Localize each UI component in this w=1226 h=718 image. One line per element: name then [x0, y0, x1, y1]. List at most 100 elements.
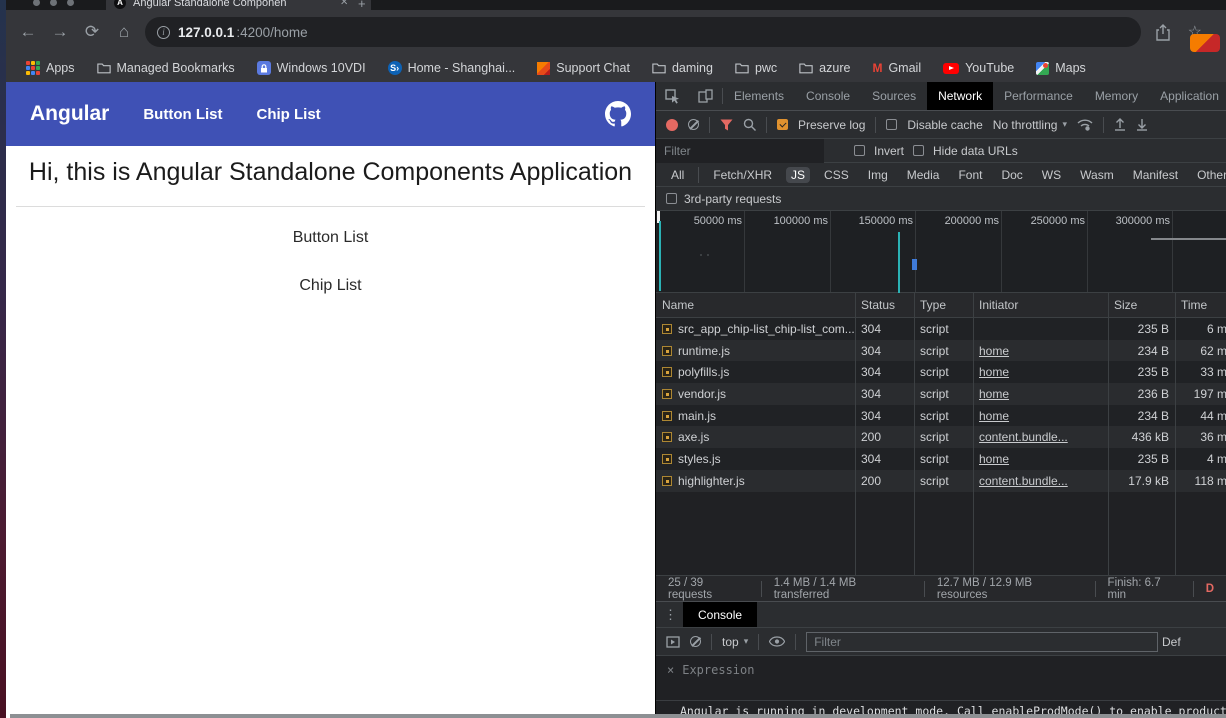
- traffic-light-minimize[interactable]: [50, 0, 57, 6]
- type-filter-doc[interactable]: Doc: [996, 167, 1027, 183]
- bookmark-gmail[interactable]: M Gmail: [872, 61, 921, 75]
- type-filter-font[interactable]: Font: [953, 167, 987, 183]
- column-divider[interactable]: [973, 293, 974, 575]
- bookmark-apps[interactable]: Apps: [26, 61, 75, 75]
- search-icon[interactable]: [743, 118, 756, 131]
- clear-console-icon[interactable]: [690, 636, 701, 647]
- site-info-icon[interactable]: i: [157, 26, 170, 39]
- initiator-link[interactable]: content.bundle...: [979, 474, 1068, 488]
- table-row[interactable]: axe.js 200 script content.bundle... 436 …: [656, 426, 1226, 448]
- type-filter-ws[interactable]: WS: [1037, 167, 1066, 183]
- tab-network[interactable]: Network: [927, 82, 993, 110]
- hide-data-urls-checkbox[interactable]: [913, 145, 924, 156]
- remove-expression-icon[interactable]: ×: [667, 663, 674, 677]
- drawer-menu-icon[interactable]: ⋮: [664, 607, 677, 623]
- import-har-icon[interactable]: [1114, 118, 1126, 131]
- log-levels-dropdown[interactable]: Def: [1162, 635, 1181, 649]
- context-dropdown[interactable]: top ▾: [722, 635, 748, 649]
- back-icon[interactable]: ←: [12, 22, 44, 42]
- record-network-log-button[interactable]: [666, 119, 678, 131]
- drawer-tab-console[interactable]: Console: [683, 602, 757, 627]
- share-icon[interactable]: [1156, 24, 1170, 41]
- network-conditions-icon[interactable]: [1077, 118, 1093, 131]
- column-divider[interactable]: [855, 293, 856, 575]
- traffic-light-close[interactable]: [33, 0, 40, 6]
- bookmark-managed-bookmarks[interactable]: Managed Bookmarks: [97, 61, 235, 75]
- column-header-initiator[interactable]: Initiator: [973, 293, 1108, 317]
- tab-sources[interactable]: Sources: [861, 82, 927, 110]
- throttling-dropdown[interactable]: No throttling ▾: [993, 118, 1067, 132]
- bookmark-maps[interactable]: Maps: [1036, 61, 1086, 75]
- initiator-link[interactable]: home: [979, 365, 1009, 379]
- bookmark-youtube[interactable]: YouTube: [943, 61, 1014, 75]
- traffic-light-zoom[interactable]: [67, 0, 74, 6]
- tab-console[interactable]: Console: [795, 82, 861, 110]
- invert-checkbox[interactable]: [854, 145, 865, 156]
- column-header-type[interactable]: Type: [914, 293, 973, 317]
- table-row[interactable]: highlighter.js 200 script content.bundle…: [656, 470, 1226, 492]
- live-expression-row[interactable]: × Expression: [656, 656, 1226, 684]
- type-filter-other[interactable]: Other: [1192, 167, 1226, 183]
- nav-chip-list[interactable]: Chip List: [257, 106, 321, 123]
- table-row[interactable]: runtime.js 304 script home 234 B 62 m: [656, 340, 1226, 362]
- preserve-log-checkbox[interactable]: [777, 119, 788, 130]
- tab-application[interactable]: Application: [1149, 82, 1226, 110]
- bookmark-daming[interactable]: daming: [652, 61, 713, 75]
- table-row[interactable]: polyfills.js 304 script home 235 B 33 m: [656, 361, 1226, 383]
- network-overview-timeline[interactable]: 50000 ms 100000 ms 150000 ms 200000 ms 2…: [656, 211, 1226, 293]
- third-party-checkbox[interactable]: [666, 193, 677, 204]
- column-header-size[interactable]: Size: [1108, 293, 1175, 317]
- column-header-status[interactable]: Status: [855, 293, 914, 317]
- filter-funnel-icon[interactable]: [720, 119, 733, 131]
- clear-network-log-icon[interactable]: [688, 119, 699, 130]
- live-expression-eye-icon[interactable]: [769, 636, 785, 647]
- extension-icon[interactable]: [1190, 34, 1220, 52]
- type-filter-js[interactable]: JS: [786, 167, 810, 183]
- column-divider[interactable]: [914, 293, 915, 575]
- initiator-link[interactable]: home: [979, 409, 1009, 423]
- link-chip-list[interactable]: Chip List: [6, 277, 655, 295]
- table-row[interactable]: vendor.js 304 script home 236 B 197 m: [656, 383, 1226, 405]
- type-filter-media[interactable]: Media: [902, 167, 945, 183]
- bookmark-support-chat[interactable]: Support Chat: [537, 61, 630, 75]
- type-filter-all[interactable]: All: [666, 167, 689, 183]
- tab-close-icon[interactable]: ✕: [340, 0, 348, 8]
- initiator-link[interactable]: home: [979, 452, 1009, 466]
- export-har-icon[interactable]: [1136, 118, 1148, 131]
- initiator-link[interactable]: home: [979, 344, 1009, 358]
- type-filter-css[interactable]: CSS: [819, 167, 854, 183]
- disable-cache-checkbox[interactable]: [886, 119, 897, 130]
- device-toolbar-icon[interactable]: [689, 89, 722, 103]
- bookmark-pwc[interactable]: pwc: [735, 61, 777, 75]
- nav-button-list[interactable]: Button List: [143, 106, 222, 123]
- console-sidebar-icon[interactable]: [666, 636, 680, 648]
- home-icon[interactable]: ⌂: [108, 22, 140, 42]
- column-divider[interactable]: [1108, 293, 1109, 575]
- inspect-element-icon[interactable]: [656, 89, 689, 104]
- tab-memory[interactable]: Memory: [1084, 82, 1149, 110]
- link-button-list[interactable]: Button List: [6, 229, 655, 247]
- table-row[interactable]: src_app_chip-list_chip-list_com... 304 s…: [656, 318, 1226, 340]
- reload-icon[interactable]: ⟳: [76, 22, 108, 42]
- column-header-time[interactable]: Time: [1175, 293, 1226, 317]
- address-bar[interactable]: i 127.0.0.1 :4200/home: [145, 17, 1141, 47]
- column-header-name[interactable]: Name: [656, 293, 855, 317]
- bookmark-windows-10vdi[interactable]: Windows 10VDI: [257, 61, 366, 75]
- table-row[interactable]: styles.js 304 script home 235 B 4 m: [656, 448, 1226, 470]
- type-filter-manifest[interactable]: Manifest: [1128, 167, 1183, 183]
- column-divider[interactable]: [1175, 293, 1176, 575]
- network-filter-input[interactable]: [656, 139, 824, 163]
- initiator-link[interactable]: content.bundle...: [979, 430, 1068, 444]
- forward-icon[interactable]: →: [44, 22, 76, 42]
- tab-elements[interactable]: Elements: [723, 82, 795, 110]
- tab-performance[interactable]: Performance: [993, 82, 1084, 110]
- type-filter-wasm[interactable]: Wasm: [1075, 167, 1119, 183]
- github-icon[interactable]: [605, 101, 631, 127]
- table-row[interactable]: main.js 304 script home 234 B 44 m: [656, 405, 1226, 427]
- bookmark-azure[interactable]: azure: [799, 61, 850, 75]
- initiator-link[interactable]: home: [979, 387, 1009, 401]
- console-filter-input[interactable]: [806, 632, 1158, 652]
- type-filter-img[interactable]: Img: [863, 167, 893, 183]
- type-filter-fetch-xhr[interactable]: Fetch/XHR: [708, 167, 777, 183]
- bookmark-home-shanghai[interactable]: S› Home - Shanghai...: [388, 61, 516, 75]
